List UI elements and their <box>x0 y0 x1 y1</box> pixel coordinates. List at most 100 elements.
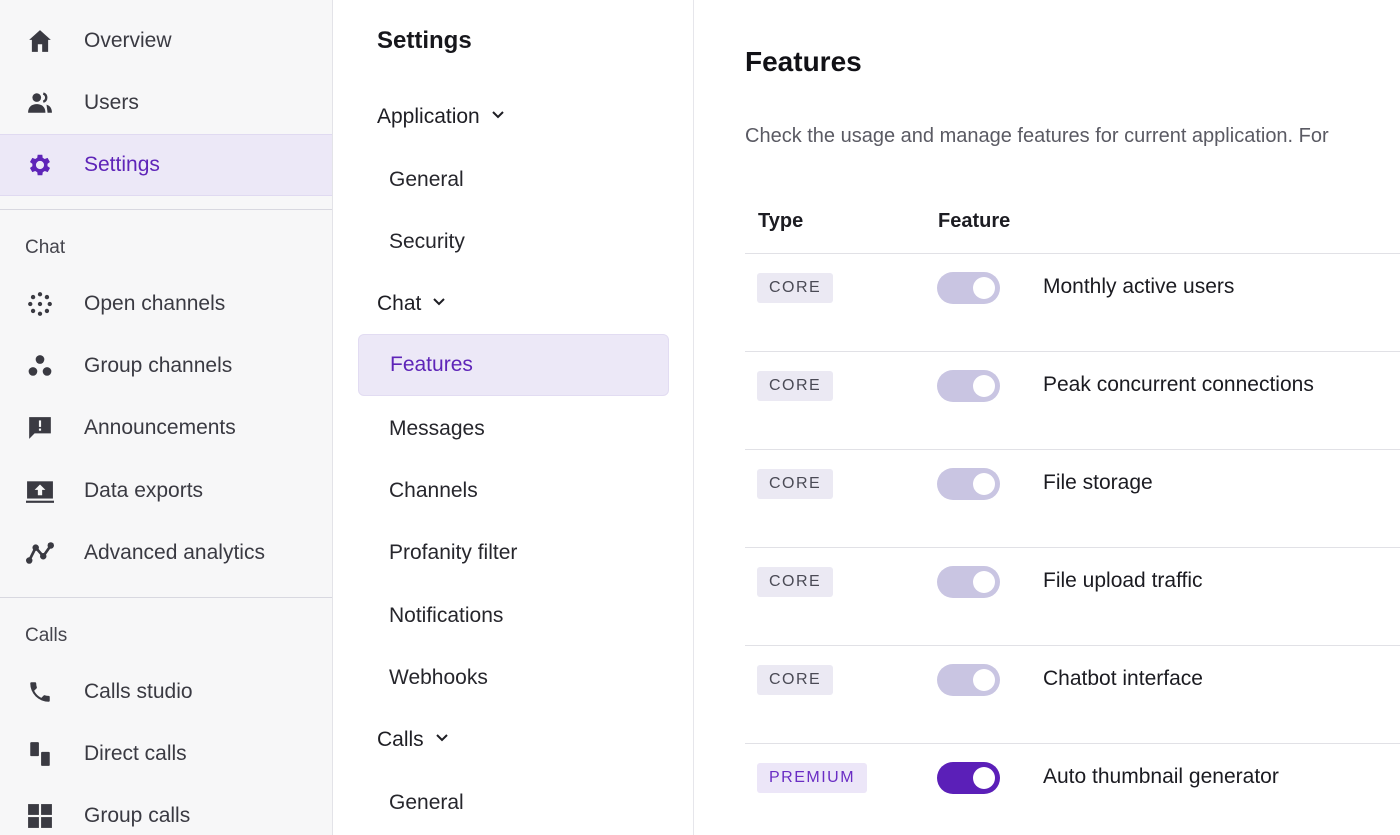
type-badge: PREMIUM <box>757 763 868 793</box>
group-channels-icon <box>26 352 54 380</box>
feature-toggle[interactable] <box>937 566 1000 598</box>
feature-name: Peak concurrent connections <box>1043 373 1314 396</box>
toggle-knob <box>973 375 995 397</box>
type-badge: CORE <box>757 371 834 401</box>
nav-item-open-channels[interactable]: Open channels <box>0 273 332 335</box>
nav-item-data-exports[interactable]: Data exports <box>0 460 332 522</box>
nav-label: Group channels <box>84 354 233 377</box>
group-label: Chat <box>377 292 422 315</box>
nav-item-group-channels[interactable]: Group channels <box>0 335 332 397</box>
feature-toggle[interactable] <box>937 664 1000 696</box>
group-label: Calls <box>377 728 424 751</box>
type-badge: CORE <box>757 469 834 499</box>
nav-divider <box>0 209 332 210</box>
subnav-item-features[interactable]: Features <box>358 334 669 396</box>
nav-item-users[interactable]: Users <box>0 72 332 134</box>
data-export-icon <box>26 477 54 505</box>
subnav-label: Channels <box>389 479 478 502</box>
phone-icon <box>26 678 54 706</box>
subnav-label: Notifications <box>389 604 504 627</box>
table-row: CORE File upload traffic <box>745 547 1400 645</box>
feature-name: Monthly active users <box>1043 275 1235 298</box>
subnav-label: Messages <box>389 417 485 440</box>
nav-label: Group calls <box>84 804 191 827</box>
nav-label: Users <box>84 91 139 114</box>
subnav-label: General <box>389 791 464 814</box>
feature-name: Auto thumbnail generator <box>1043 765 1279 788</box>
open-channels-icon <box>26 290 54 318</box>
nav-label: Open channels <box>84 292 226 315</box>
nav-item-group-calls[interactable]: Group calls <box>0 785 332 835</box>
toggle-knob <box>973 571 995 593</box>
users-icon <box>26 89 54 117</box>
type-badge: CORE <box>757 273 834 303</box>
table-row: CORE Peak concurrent connections <box>745 351 1400 449</box>
group-calls[interactable]: Calls <box>377 725 450 755</box>
toggle-knob <box>973 277 995 299</box>
feature-toggle[interactable] <box>937 272 1000 304</box>
nav-item-direct-calls[interactable]: Direct calls <box>0 723 332 785</box>
nav-label: Settings <box>84 153 160 176</box>
subnav-label: General <box>389 168 464 191</box>
nav-label: Calls studio <box>84 680 193 703</box>
subnav-label: Profanity filter <box>389 541 518 564</box>
subnav-label: Features <box>390 353 473 376</box>
toggle-knob <box>973 767 995 789</box>
nav-label: Data exports <box>84 479 204 502</box>
type-badge: CORE <box>757 567 834 597</box>
nav-item-overview[interactable]: Overview <box>0 10 332 72</box>
group-application[interactable]: Application <box>377 102 506 132</box>
nav-item-advanced-analytics[interactable]: Advanced analytics <box>0 522 332 584</box>
subnav-item-profanity-filter[interactable]: Profanity filter <box>358 522 669 584</box>
page-description: Check the usage and manage features for … <box>745 125 1329 147</box>
nav-section-calls: Calls <box>25 625 68 646</box>
settings-title: Settings <box>377 27 472 54</box>
main-content: Features Check the usage and manage feat… <box>694 0 1400 835</box>
feature-name: File upload traffic <box>1043 569 1203 592</box>
home-icon <box>26 27 54 55</box>
gear-icon <box>26 151 54 179</box>
table-row: CORE File storage <box>745 449 1400 547</box>
subnav-item-channels[interactable]: Channels <box>358 460 669 522</box>
feature-name: Chatbot interface <box>1043 667 1203 690</box>
nav-label: Direct calls <box>84 742 187 765</box>
feature-toggle[interactable] <box>937 370 1000 402</box>
column-header-feature: Feature <box>938 210 1011 232</box>
chevron-down-icon <box>434 728 450 752</box>
nav-label: Announcements <box>84 416 236 439</box>
subnav-item-calls-general[interactable]: General <box>358 772 669 834</box>
feature-toggle[interactable] <box>937 468 1000 500</box>
page-title: Features <box>745 46 862 77</box>
subnav-item-messages[interactable]: Messages <box>358 398 669 460</box>
table-row: PREMIUM Auto thumbnail generator <box>745 743 1400 835</box>
subnav-item-webhooks[interactable]: Webhooks <box>358 647 669 709</box>
group-chat[interactable]: Chat <box>377 289 447 319</box>
column-header-type: Type <box>758 210 804 232</box>
subnav-item-security[interactable]: Security <box>358 211 669 273</box>
subnav-item-notifications[interactable]: Notifications <box>358 585 669 647</box>
chevron-down-icon <box>431 292 447 316</box>
nav-section-chat: Chat <box>25 237 66 258</box>
left-sidebar: Overview Users Settings Chat Open channe… <box>0 0 333 835</box>
group-label: Application <box>377 105 480 128</box>
nav-item-calls-studio[interactable]: Calls studio <box>0 661 332 723</box>
feature-name: File storage <box>1043 471 1153 494</box>
type-badge: CORE <box>757 665 834 695</box>
toggle-knob <box>973 669 995 691</box>
nav-label: Overview <box>84 29 172 52</box>
subnav-label: Webhooks <box>389 666 488 689</box>
settings-subnav: Settings Application General Security Ch… <box>333 0 694 835</box>
nav-divider <box>0 597 332 598</box>
table-row: CORE Monthly active users <box>745 253 1400 351</box>
subnav-label: Security <box>389 230 465 253</box>
direct-calls-icon <box>26 740 54 768</box>
grid-icon <box>26 802 54 830</box>
nav-item-announcements[interactable]: Announcements <box>0 397 332 459</box>
chevron-down-icon <box>490 105 506 129</box>
table-row: CORE Chatbot interface <box>745 645 1400 743</box>
nav-item-settings[interactable]: Settings <box>0 134 332 196</box>
analytics-icon <box>26 539 54 567</box>
subnav-item-general[interactable]: General <box>358 149 669 211</box>
feature-toggle[interactable] <box>937 762 1000 794</box>
nav-label: Advanced analytics <box>84 541 265 564</box>
